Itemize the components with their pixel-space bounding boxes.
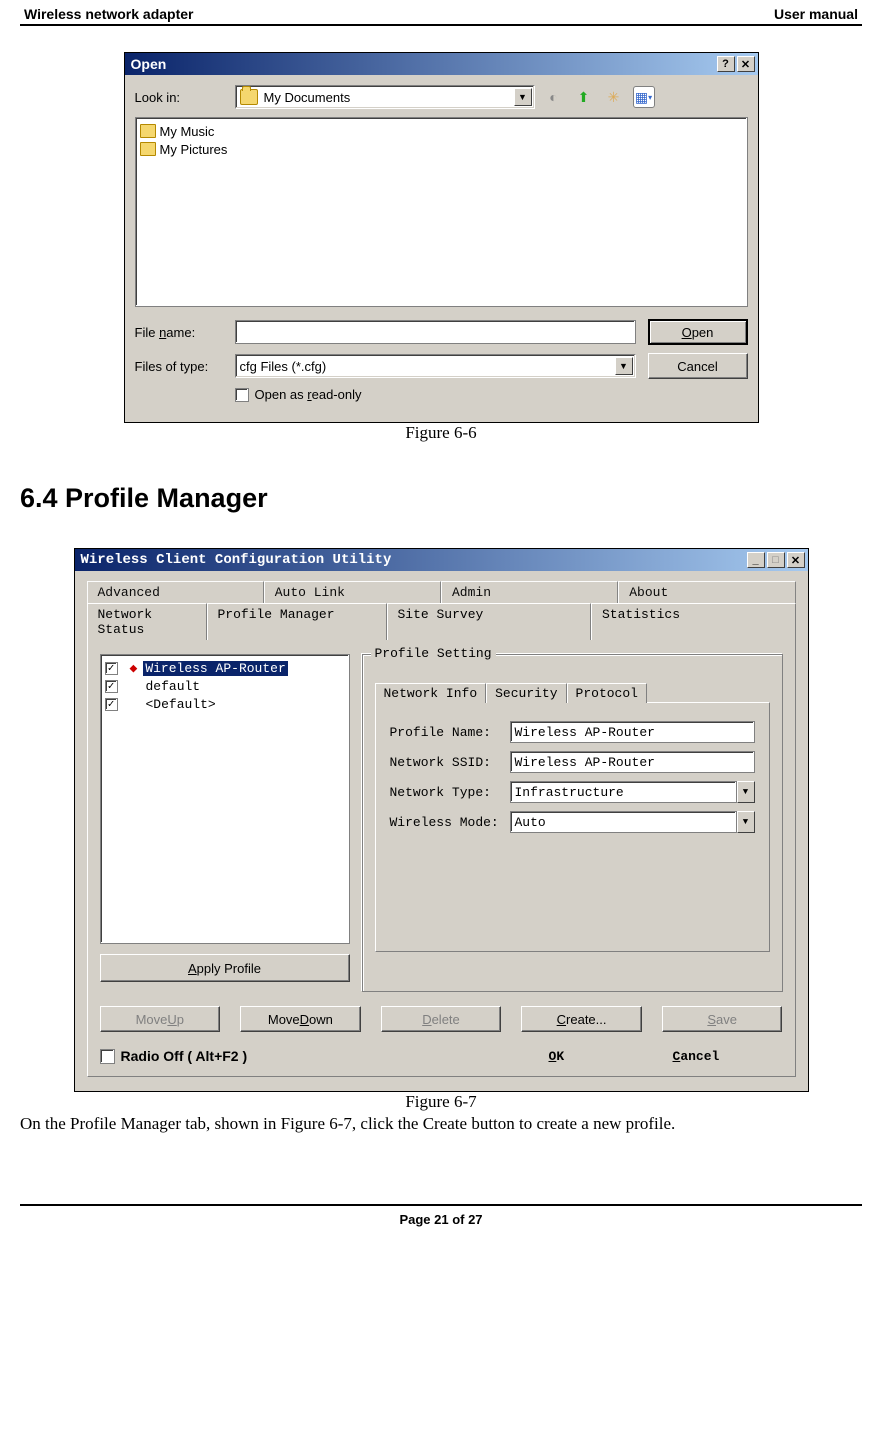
inner-tab-security[interactable]: Security [486,683,566,703]
chevron-down-icon[interactable]: ▼ [514,88,532,106]
inner-tab-protocol[interactable]: Protocol [567,683,647,703]
profile-item[interactable]: ✓ ◆ Wireless AP-Router [105,659,345,677]
look-in-label: Look in: [135,90,235,105]
maximize-button: □ [767,552,785,568]
move-up-button: Move Up [100,1006,221,1032]
page-footer: Page 21 of 27 [20,1204,862,1227]
body-paragraph: On the Profile Manager tab, shown in Fig… [20,1114,862,1134]
active-marker-icon: ◆ [130,661,138,676]
radio-off-checkbox[interactable] [100,1049,115,1064]
back-icon[interactable]: ◐ [543,86,565,108]
tab-auto-link[interactable]: Auto Link [264,581,441,603]
file-item[interactable]: My Pictures [140,140,743,158]
filename-label: File name: [135,325,235,340]
wireless-mode-combo[interactable]: Auto ▼ [510,811,755,833]
network-type-combo[interactable]: Infrastructure ▼ [510,781,755,803]
new-folder-icon[interactable]: ✳ [603,86,625,108]
ssid-label: Network SSID: [390,755,510,770]
readonly-checkbox[interactable] [235,388,249,402]
open-button[interactable]: Open [648,319,748,345]
tab-site-survey[interactable]: Site Survey [387,603,592,640]
filetype-label: Files of type: [135,359,235,374]
tab-profile-manager[interactable]: Profile Manager [207,603,387,640]
delete-button: Delete [381,1006,502,1032]
cancel-button[interactable]: Cancel [673,1049,783,1064]
header-rule [20,24,862,26]
close-button[interactable]: ✕ [737,56,755,72]
profile-list[interactable]: ✓ ◆ Wireless AP-Router ✓ default [100,654,350,944]
tab-admin[interactable]: Admin [441,581,618,603]
profile-checkbox[interactable]: ✓ [105,698,118,711]
open-dialog-title: Open [131,56,167,72]
look-in-value: My Documents [264,90,351,105]
file-item[interactable]: My Music [140,122,743,140]
inner-tab-network-info[interactable]: Network Info [375,683,487,703]
tab-statistics[interactable]: Statistics [591,603,796,640]
filetype-value: cfg Files (*.cfg) [240,359,327,374]
apply-profile-button[interactable]: Apply Profile [100,954,350,982]
figure-6-7-caption: Figure 6-7 [20,1092,862,1112]
ssid-input[interactable]: Wireless AP-Router [510,751,755,773]
pm-title: Wireless Client Configuration Utility [81,552,392,568]
open-dialog-titlebar: Open ? ✕ [125,53,758,75]
profile-manager-dialog: Wireless Client Configuration Utility _ … [74,548,809,1092]
header-left: Wireless network adapter [24,6,194,22]
cancel-button[interactable]: Cancel [648,353,748,379]
groupbox-legend: Profile Setting [371,646,496,661]
pm-titlebar: Wireless Client Configuration Utility _ … [75,549,808,571]
filetype-combo[interactable]: cfg Files (*.cfg) ▼ [235,354,636,378]
tab-about[interactable]: About [618,581,795,603]
network-type-label: Network Type: [390,785,510,800]
profile-checkbox[interactable]: ✓ [105,680,118,693]
profile-name-label: Profile Name: [390,725,510,740]
create-button[interactable]: Create... [521,1006,642,1032]
profile-checkbox[interactable]: ✓ [105,662,118,675]
tab-network-status[interactable]: Network Status [87,603,207,640]
file-list[interactable]: My Music My Pictures [135,117,748,307]
ok-button[interactable]: OK [549,1049,659,1064]
profile-item[interactable]: ✓ default [105,677,345,695]
profile-name-input[interactable]: Wireless AP-Router [510,721,755,743]
open-dialog: Open ? ✕ Look in: My Documents ▼ ◐ ⬆ [124,52,759,423]
tab-advanced[interactable]: Advanced [87,581,264,603]
chevron-down-icon[interactable]: ▼ [615,357,633,375]
folder-icon [140,124,156,138]
chevron-down-icon[interactable]: ▼ [737,781,755,803]
save-button: Save [662,1006,783,1032]
profile-item[interactable]: ✓ <Default> [105,695,345,713]
radio-off-label: Radio Off ( Alt+F2 ) [121,1048,248,1064]
view-menu-icon[interactable]: ▦▾ [633,86,655,108]
wireless-mode-label: Wireless Mode: [390,815,510,830]
look-in-combo[interactable]: My Documents ▼ [235,85,535,109]
section-heading: 6.4 Profile Manager [20,483,862,514]
up-folder-icon[interactable]: ⬆ [573,86,595,108]
chevron-down-icon[interactable]: ▼ [737,811,755,833]
folder-icon [140,142,156,156]
profile-setting-group: Profile Setting Network Info Security Pr… [362,654,783,992]
filename-input[interactable] [235,320,636,344]
folder-icon [240,89,258,105]
minimize-button[interactable]: _ [747,552,765,568]
figure-6-6-caption: Figure 6-6 [20,423,862,443]
readonly-label: Open as read-only [255,387,362,402]
close-button[interactable]: ✕ [787,552,805,568]
move-down-button[interactable]: Move Down [240,1006,361,1032]
help-button[interactable]: ? [717,56,735,72]
header-right: User manual [774,6,858,22]
